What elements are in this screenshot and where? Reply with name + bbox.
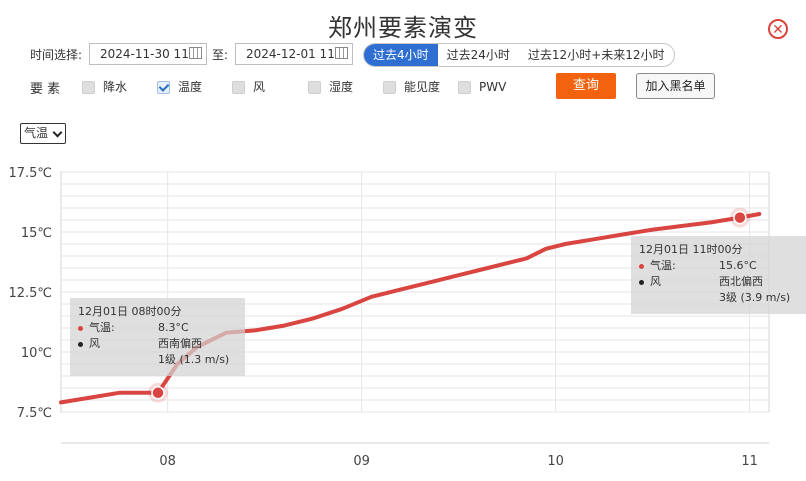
tooltip-temp-label: 气温:: [650, 259, 676, 272]
y-tick-label: 15℃: [21, 226, 52, 241]
y-tick-label: 17.5℃: [8, 166, 52, 181]
tooltip-wind-speed-row: 3级 (3.9 m/s): [639, 290, 798, 306]
highlight-point: [151, 386, 165, 400]
tooltip-wind-dir: 西南偏西: [158, 337, 202, 350]
tooltip-wind-label: 风: [650, 275, 661, 288]
tooltip-0800: 12月01日 08时00分 气温: 8.3°C 风 西南偏西 1级 (1.3 m…: [70, 298, 245, 376]
tooltip-temp-value: 8.3°C: [158, 321, 189, 334]
x-tick-label: 11: [741, 454, 758, 469]
tooltip-temp-value: 15.6°C: [719, 259, 757, 272]
tooltip-temp-label: 气温:: [89, 321, 115, 334]
x-tick-label: 09: [353, 454, 370, 469]
tooltip-wind-speed-row: 1级 (1.3 m/s): [78, 352, 237, 368]
series-dot-icon: [639, 263, 644, 269]
series-dot-icon: [78, 325, 83, 331]
tooltip-wind-row: 风 西南偏西: [78, 336, 237, 352]
y-tick-label: 7.5℃: [17, 406, 52, 421]
tooltip-temp-row: 气温: 15.6°C: [639, 258, 798, 274]
highlight-point: [733, 210, 747, 225]
tooltip-wind-row: 风 西北偏西: [639, 274, 798, 290]
x-tick-label: 08: [159, 454, 176, 469]
tooltip-wind-speed: 1级 (1.3 m/s): [158, 353, 230, 366]
tooltip-wind-speed: 3级 (3.9 m/s): [719, 291, 791, 304]
y-tick-label: 10℃: [21, 346, 52, 361]
tooltip-wind-dir: 西北偏西: [719, 275, 763, 288]
wind-dot-icon: [78, 341, 83, 347]
x-tick-label: 10: [547, 454, 564, 469]
wind-dot-icon: [639, 279, 644, 285]
tooltip-1100: 12月01日 11时00分 气温: 15.6°C 风 西北偏西 3级 (3.9 …: [631, 236, 806, 314]
y-tick-label: 12.5℃: [8, 286, 52, 301]
tooltip-title: 12月01日 11时00分: [639, 243, 743, 256]
tooltip-title: 12月01日 08时00分: [78, 305, 182, 318]
tooltip-temp-row: 气温: 8.3°C: [78, 320, 237, 336]
tooltip-wind-label: 风: [89, 337, 100, 350]
